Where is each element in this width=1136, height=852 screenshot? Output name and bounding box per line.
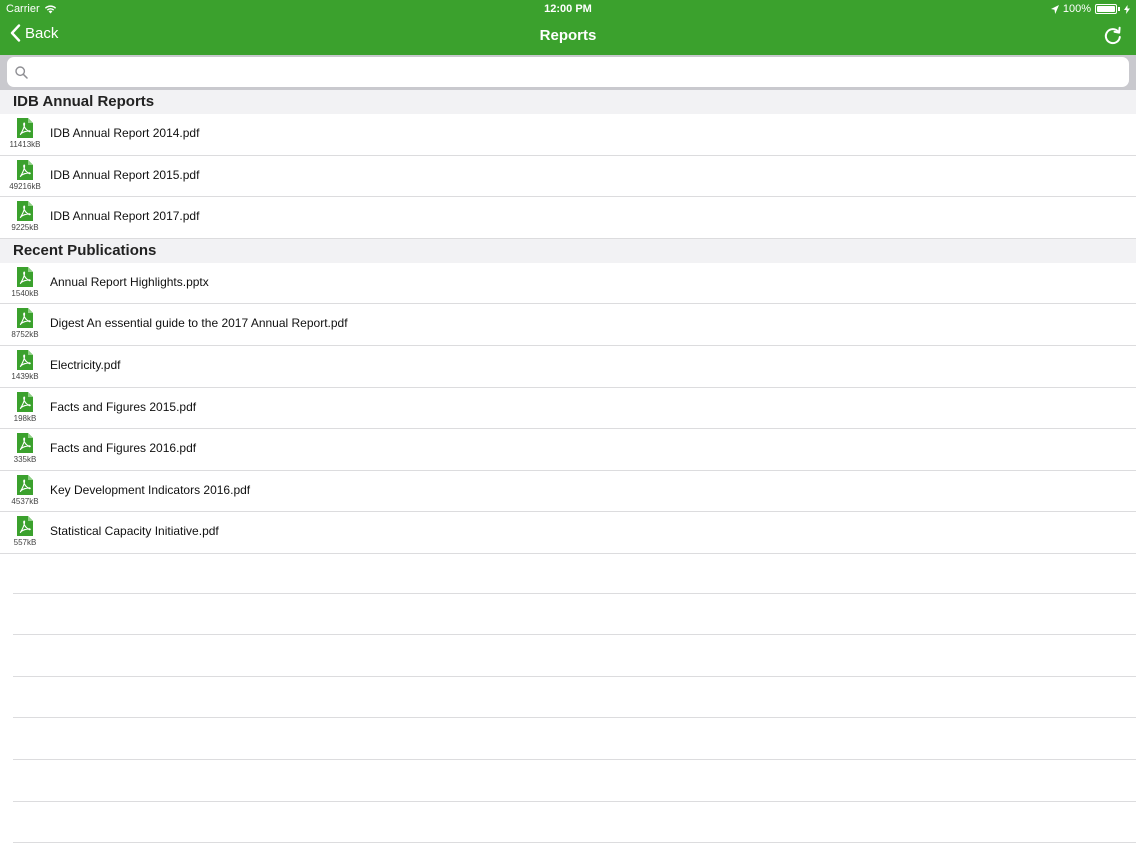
empty-row-separator [13,635,1136,677]
file-name: Key Development Indicators 2016.pdf [50,482,251,497]
back-label: Back [25,24,59,42]
battery-icon [1095,4,1117,14]
file-name: IDB Annual Report 2017.pdf [50,209,200,224]
file-size: 4537kB [11,496,39,506]
list-item[interactable]: 8752kB Digest An essential guide to the 2… [0,304,1136,346]
empty-row-separator [13,802,1136,844]
refresh-icon [1104,26,1121,45]
list-item[interactable]: 4537kB Key Development Indicators 2016.pd… [0,470,1136,513]
section-header: IDB Annual Reports [0,90,1136,114]
navigation-bar: Back Reports [0,18,1136,54]
list-item[interactable]: 557kB Statistical Capacity Initiative.pdf [0,512,1136,554]
chevron-left-icon [10,24,21,42]
section-header: Recent Publications [0,238,1136,263]
list-item[interactable]: 198kB Facts and Figures 2015.pdf [0,387,1136,430]
status-bar: Carrier 12:00 PM 100% [0,0,1136,18]
header: Carrier 12:00 PM 100% Back Reports [0,0,1136,55]
file-name: Annual Report Highlights.pptx [50,274,209,289]
file-name: Facts and Figures 2016.pdf [50,441,197,456]
search-icon [15,65,28,79]
file-size: 335kB [13,455,37,465]
list-item[interactable]: 49216kB IDB Annual Report 2015.pdf [0,155,1136,198]
list-item[interactable]: 11413kB IDB Annual Report 2014.pdf [0,114,1136,156]
file-name: Statistical Capacity Initiative.pdf [50,524,219,539]
empty-row-separator [13,760,1136,802]
empty-row-separator [13,552,1136,594]
file-name: Electricity.pdf [50,357,121,372]
file-size: 49216kB [9,181,41,191]
search-box[interactable] [7,57,1129,87]
search-bar [0,55,1136,90]
battery-percent: 100% [1062,3,1091,15]
location-arrow-icon [1050,4,1059,14]
empty-row-separator [13,594,1136,636]
list-item[interactable]: 335kB Facts and Figures 2016.pdf [0,429,1136,471]
list-item[interactable]: 1540kB Annual Report Highlights.pptx [0,262,1136,305]
empty-list-area [0,552,1136,844]
status-time: 12:00 PM [544,3,592,15]
battery-tip [1118,7,1120,11]
file-size: 198kB [13,413,37,423]
charging-bolt-icon [1124,4,1130,14]
file-size: 8752kB [11,330,39,340]
status-right: 100% [1050,3,1130,15]
file-name: Digest An essential guide to the 2017 An… [50,316,348,331]
file-size: 9225kB [11,223,39,233]
list-item[interactable]: 1439kB Electricity.pdf [0,345,1136,388]
list-item[interactable]: 9225kB IDB Annual Report 2017.pdf [0,197,1136,239]
file-name: IDB Annual Report 2015.pdf [50,167,200,182]
back-button[interactable]: Back [10,24,58,42]
refresh-button[interactable] [1104,26,1122,50]
reports-list: IDB Annual Reports 11413kB IDB Annual Repo… [0,90,1136,554]
file-size: 557kB [13,538,37,548]
file-size: 1439kB [11,371,39,381]
page-title: Reports [539,27,597,44]
file-name: IDB Annual Report 2014.pdf [50,126,200,140]
file-size: 1540kB [11,288,39,298]
file-name: Facts and Figures 2015.pdf [50,399,197,414]
search-input[interactable] [34,60,1129,84]
empty-row-separator [13,718,1136,760]
empty-row-separator [13,677,1136,719]
file-size: 11413kB [9,140,41,149]
